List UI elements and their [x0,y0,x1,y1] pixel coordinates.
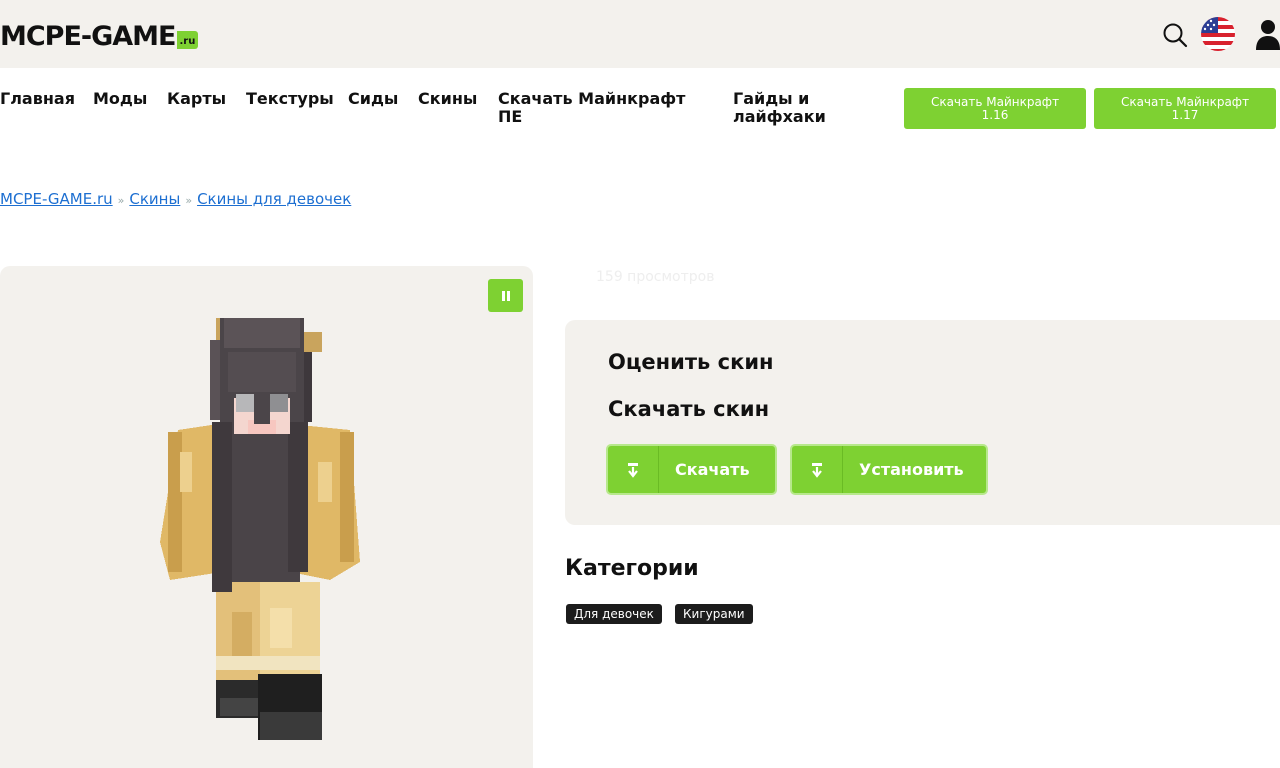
categories-title: Категории [565,556,699,581]
pause-button[interactable] [488,279,523,312]
category-tag-girls[interactable]: Для девочек [566,604,662,624]
nav-item-maps[interactable]: Карты [167,90,226,108]
site-logo[interactable]: MCPE-GAME .ru [0,18,199,52]
breadcrumb-separator: » [117,194,125,207]
rate-skin-title: Оценить скин [608,350,774,374]
user-icon[interactable] [1254,18,1280,50]
download-skin-title: Скачать скин [608,397,770,421]
install-icon [792,446,843,493]
nav-item-home[interactable]: Главная [0,90,75,108]
download-skin-button[interactable]: Скачать [606,444,777,495]
nav-item-download-minecraft-pe[interactable]: Скачать Майнкрафт ПЕ [498,90,708,126]
download-skin-label: Скачать [675,460,750,479]
logo-text: MCPE-GAME [0,21,176,52]
nav-item-guides[interactable]: Гайды и лайфхаки [733,90,853,126]
nav-item-mods[interactable]: Моды [93,90,147,108]
category-tag-kigurumi[interactable]: Кигурами [675,604,753,624]
install-skin-button[interactable]: Установить [790,444,988,495]
search-icon[interactable] [1162,22,1188,48]
nav-item-seeds[interactable]: Сиды [348,90,398,108]
download-minecraft-117-button[interactable]: Скачать Майнкрафт 1.17 [1094,88,1276,129]
skin-model-image [160,318,360,740]
breadcrumb-skins[interactable]: Скины [129,190,180,208]
pause-icon [501,290,510,301]
breadcrumb-girl-skins[interactable]: Скины для девочек [197,190,351,208]
download-icon [608,446,659,493]
nav-item-skins[interactable]: Скины [418,90,477,108]
breadcrumb: MCPE-GAME.ru » Скины » Скины для девочек [0,189,351,211]
download-minecraft-116-button[interactable]: Скачать Майнкрафт 1.16 [904,88,1086,129]
views-count: 159 просмотров [596,269,715,285]
logo-suffix: .ru [176,31,199,49]
install-skin-label: Установить [859,460,964,479]
us-flag-icon[interactable] [1200,16,1236,52]
nav-item-textures[interactable]: Текстуры [246,90,334,108]
breadcrumb-separator: » [185,194,193,207]
breadcrumb-home[interactable]: MCPE-GAME.ru [0,190,113,208]
